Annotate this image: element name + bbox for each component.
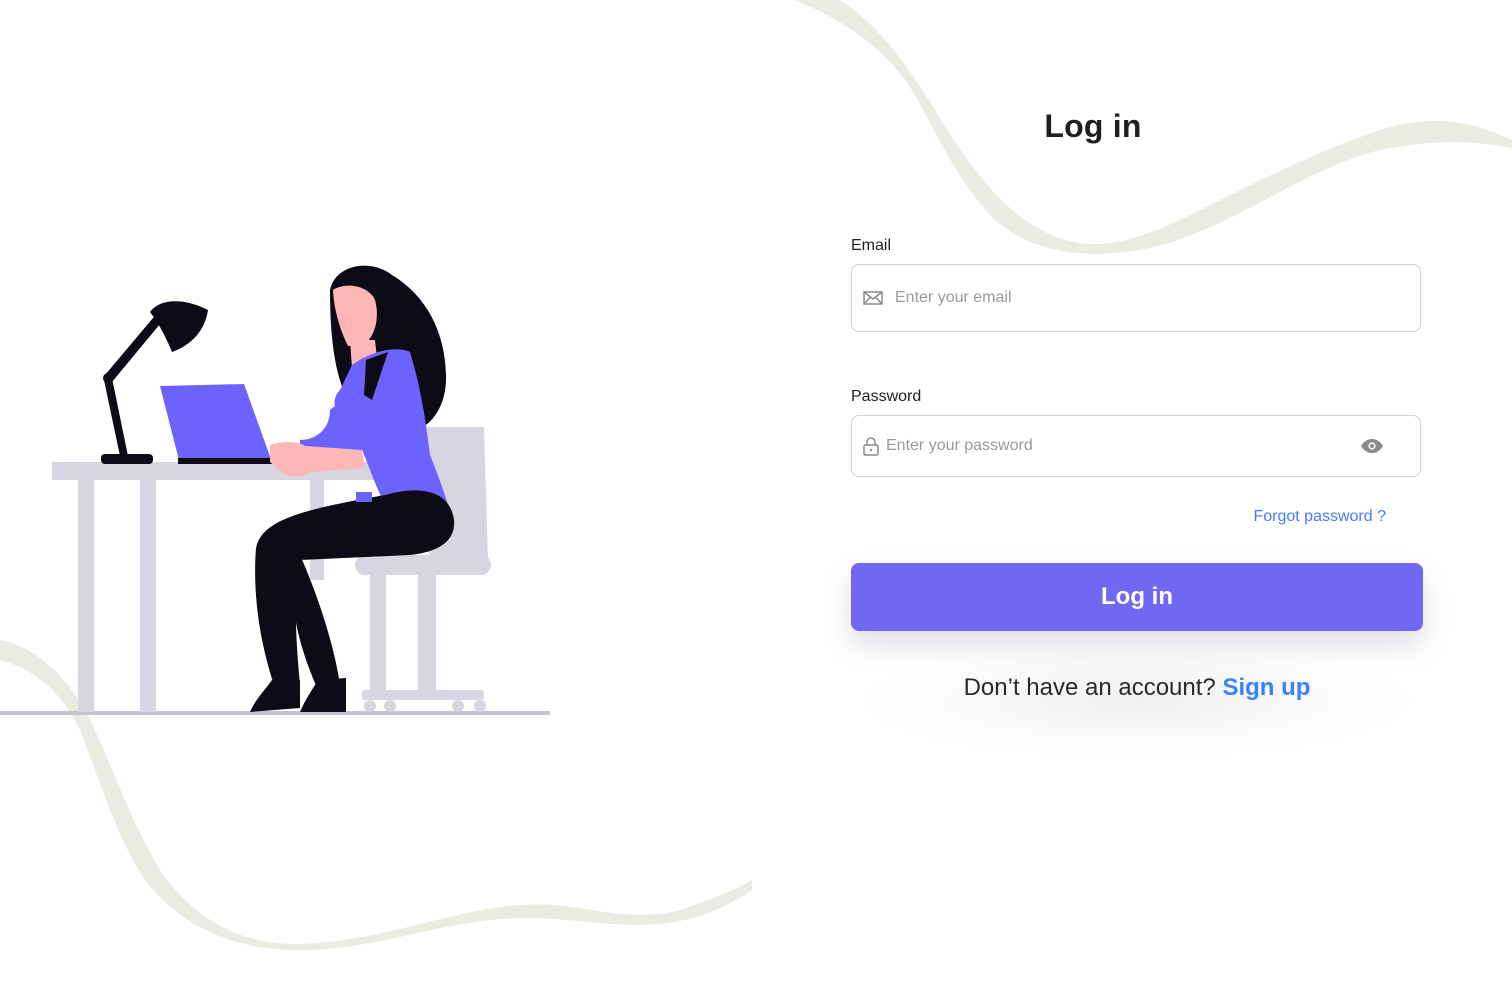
woman-working-at-desk-illustration <box>0 265 550 715</box>
desk-lamp <box>101 301 208 464</box>
decorative-wave-background <box>0 0 1512 950</box>
mail-icon <box>863 291 883 305</box>
chair <box>355 427 491 712</box>
signup-prompt-text: Don’t have an account? <box>963 674 1216 701</box>
email-label: Email <box>851 237 892 254</box>
lock-icon <box>863 437 879 456</box>
signup-link[interactable]: Sign up <box>1222 674 1310 701</box>
login-button[interactable]: Log in <box>851 563 1423 631</box>
password-label: Password <box>851 388 922 405</box>
desk <box>52 462 405 712</box>
forgot-password-link[interactable]: Forgot password ? <box>1200 508 1386 526</box>
floor-line <box>0 711 550 715</box>
woman-figure <box>250 265 455 712</box>
email-input[interactable] <box>895 265 1404 331</box>
laptop <box>160 384 290 464</box>
signup-prompt-row: Don’t have an account? Sign up <box>851 674 1423 702</box>
password-input[interactable] <box>886 416 1350 476</box>
page-title: Log in <box>1044 108 1142 144</box>
password-field[interactable] <box>851 415 1421 477</box>
eye-icon[interactable] <box>1360 438 1384 454</box>
bottom-left-wave <box>0 640 752 950</box>
email-field[interactable] <box>851 264 1421 332</box>
